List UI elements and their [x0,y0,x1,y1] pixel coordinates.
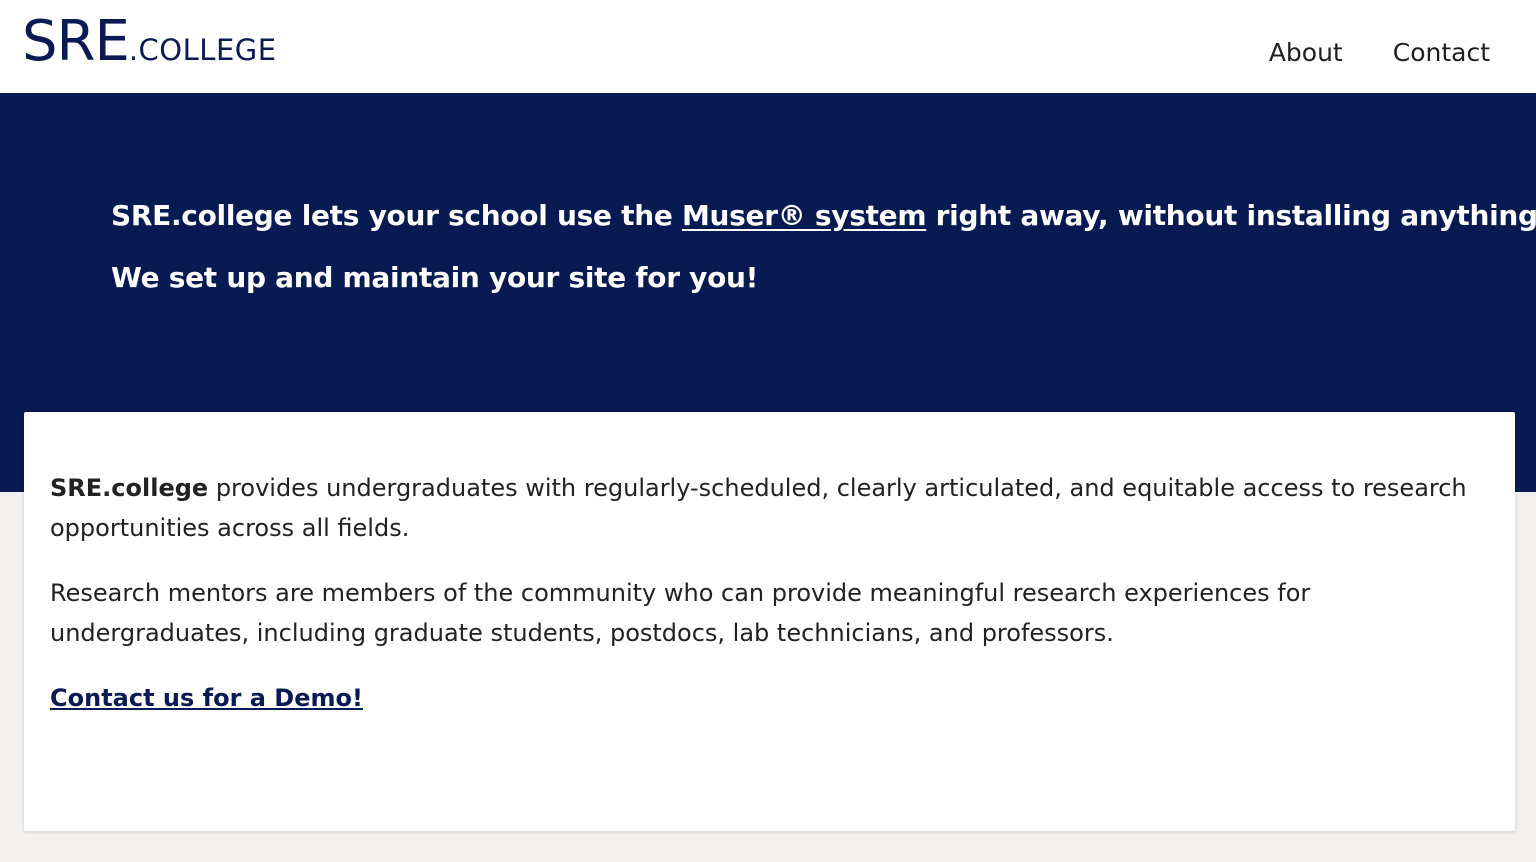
mentors-paragraph: Research mentors are members of the comm… [50,579,1311,647]
contact-demo-link[interactable]: Contact us for a Demo! [50,684,363,712]
intro-text: provides undergraduates with regularly-s… [50,474,1467,542]
hero-headline-end: right away, without installing anything! [926,199,1536,232]
logo-main-text: SRE [22,9,130,74]
hero-headline-start: SRE.college lets your school use the [111,199,682,232]
nav-contact-link[interactable]: Contact [1393,38,1490,67]
main-nav: About Contact [1269,38,1490,67]
cta-paragraph: Contact us for a Demo! [50,678,1470,718]
logo-suffix-text: .COLLEGE [128,33,277,67]
nav-about-link[interactable]: About [1269,38,1343,67]
content-card: SRE.college provides undergraduates with… [24,412,1515,831]
site-header: SRE.COLLEGE About Contact [0,0,1536,93]
muser-system-link[interactable]: Muser® system [682,199,927,232]
intro-paragraph: SRE.college provides undergraduates with… [50,468,1470,548]
hero-headline: SRE.college lets your school use the Mus… [111,199,1536,232]
card-body: SRE.college provides undergraduates with… [50,468,1470,743]
intro-brand-name: SRE.college [50,474,209,502]
hero-subheadline: We set up and maintain your site for you… [111,261,759,294]
site-logo[interactable]: SRE.COLLEGE [22,14,277,70]
